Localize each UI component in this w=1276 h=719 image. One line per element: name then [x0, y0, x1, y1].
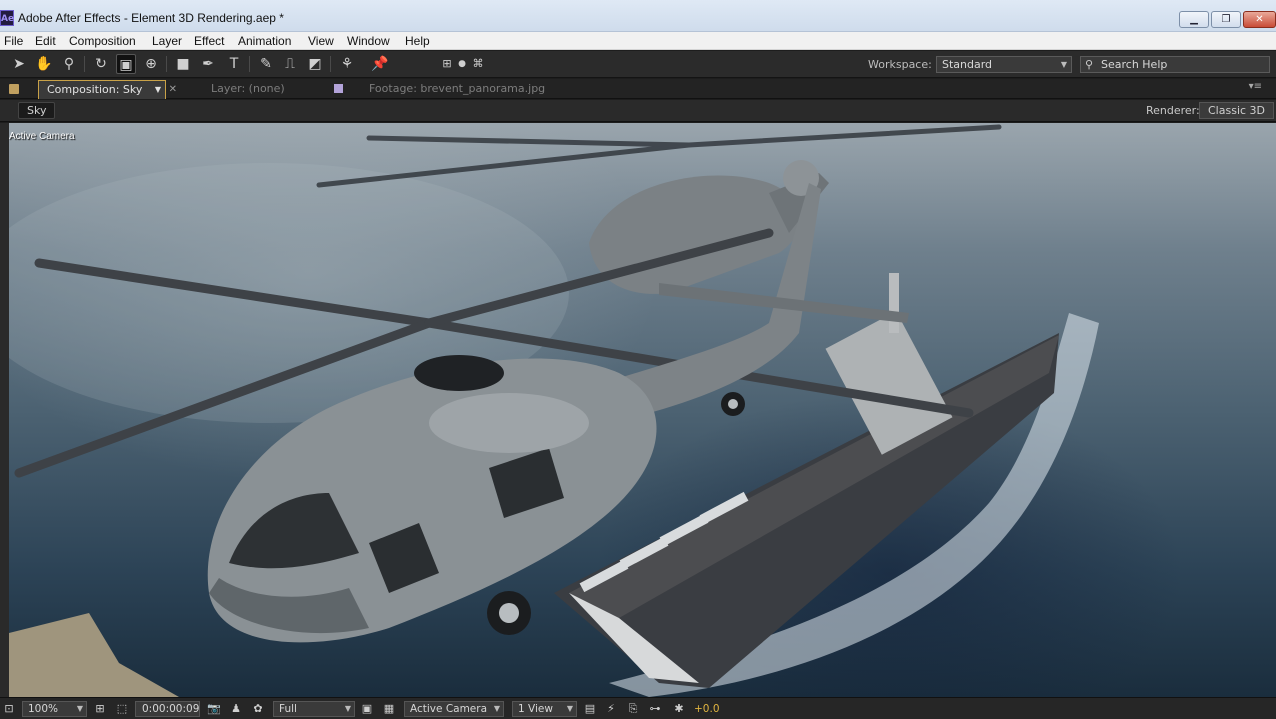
- camera-view-dropdown[interactable]: Active Camera ▼: [404, 701, 504, 717]
- menu-file[interactable]: File: [4, 33, 23, 49]
- search-icon: ⚲: [1085, 58, 1094, 71]
- menu-view[interactable]: View: [308, 33, 334, 49]
- chevron-down-icon[interactable]: ▼: [155, 81, 161, 99]
- type-tool-icon[interactable]: T: [224, 54, 244, 74]
- close-tab-icon[interactable]: ✕: [169, 81, 177, 99]
- eraser-tool-icon[interactable]: ◩: [305, 54, 325, 74]
- viewer-left-edge: [0, 123, 9, 697]
- chevron-down-icon: ▼: [493, 704, 500, 713]
- camera-view-value: Active Camera: [410, 703, 488, 715]
- current-time-field[interactable]: 0:00:00:09: [135, 701, 200, 717]
- always-preview-icon[interactable]: ⊡: [2, 702, 16, 716]
- chevron-down-icon: ▼: [1060, 60, 1067, 69]
- rotation-tool-icon[interactable]: ↻: [91, 54, 111, 74]
- menu-composition[interactable]: Composition: [69, 33, 136, 49]
- render-image: [9, 124, 1099, 697]
- chevron-down-icon: ▼: [76, 704, 83, 713]
- workspace-dropdown[interactable]: Standard ▼: [936, 56, 1072, 73]
- active-camera-overlay: Active Camera: [9, 131, 75, 142]
- after-effects-app-icon: Ae: [0, 10, 14, 26]
- renderer-label: Renderer:: [1146, 104, 1200, 117]
- tool-separator: [84, 56, 85, 72]
- hand-tool-icon[interactable]: ✋: [34, 54, 54, 74]
- window-title: Adobe After Effects - Element 3D Renderi…: [18, 11, 284, 25]
- panel-menu-icon[interactable]: ▾≡: [1249, 81, 1262, 92]
- view-layout-dropdown[interactable]: 1 View ▼: [512, 701, 577, 717]
- roto-brush-tool-icon[interactable]: ⚘: [337, 54, 357, 74]
- menu-window[interactable]: Window: [347, 33, 390, 49]
- zoom-value: 100%: [28, 703, 59, 715]
- search-placeholder: Search Help: [1101, 58, 1168, 71]
- timeline-icon[interactable]: ⎘: [626, 702, 640, 716]
- minimize-icon: ▁: [1190, 14, 1198, 25]
- exposure-value[interactable]: +0.0: [694, 703, 720, 715]
- title-bar: Ae Adobe After Effects - Element 3D Rend…: [0, 0, 1276, 32]
- tool-separator: [166, 56, 167, 72]
- resolution-value: Full: [279, 703, 297, 715]
- brush-tool-icon[interactable]: ✎: [256, 54, 276, 74]
- menu-effect[interactable]: Effect: [194, 33, 224, 49]
- selection-tool-icon[interactable]: ➤: [9, 54, 29, 74]
- close-icon: ✕: [1255, 14, 1264, 25]
- search-help-input[interactable]: ⚲ Search Help: [1080, 56, 1270, 73]
- fast-previews-icon[interactable]: ⚡: [604, 702, 618, 716]
- snapshot-camera-icon[interactable]: 📷: [207, 702, 221, 716]
- tool-separator: [249, 56, 250, 72]
- menu-edit[interactable]: Edit: [35, 33, 56, 49]
- color-channels-icon[interactable]: ✿: [251, 702, 265, 716]
- menu-bar: File Edit Composition Layer Effect Anima…: [0, 32, 1276, 50]
- tab-composition[interactable]: Composition: Sky ▼ ✕: [38, 80, 177, 99]
- renderer-button[interactable]: Classic 3D: [1199, 102, 1275, 119]
- workspace-value: Standard: [942, 58, 993, 71]
- view-layout-value: 1 View: [518, 703, 553, 715]
- tab-composition-label: Composition: Sky: [47, 83, 143, 96]
- workspace-label: Workspace:: [868, 58, 932, 71]
- close-button[interactable]: ✕: [1243, 11, 1276, 28]
- toggle-pixel-aspect-icon[interactable]: ▤: [583, 702, 597, 716]
- viewer-controls: ⊡ 100% ▼ ⊞ ⬚ 0:00:00:09 📷 ♟ ✿ Full ▼ ▣ ▦…: [0, 697, 1276, 719]
- rectangle-tool-icon[interactable]: ■: [173, 54, 193, 74]
- minimize-button[interactable]: ▁: [1179, 11, 1209, 28]
- composition-viewer[interactable]: Active Camera: [9, 123, 1276, 697]
- safe-margins-icon[interactable]: ⊞: [93, 702, 107, 716]
- flowchart-icon[interactable]: ⊶: [648, 702, 662, 716]
- maximize-button[interactable]: ❐: [1211, 11, 1241, 28]
- reset-exposure-icon[interactable]: ✱: [672, 702, 686, 716]
- viewer-tab-bar: Composition: Sky ▼ ✕ Layer: (none) Foota…: [0, 79, 1276, 99]
- tab-footage[interactable]: Footage: brevent_panorama.jpg: [361, 80, 576, 99]
- transparency-grid-icon[interactable]: ▦: [382, 702, 396, 716]
- breadcrumb-sky[interactable]: Sky: [18, 102, 56, 119]
- menu-animation[interactable]: Animation: [238, 33, 291, 49]
- menu-layer[interactable]: Layer: [152, 33, 182, 49]
- chevron-down-icon: ▼: [566, 704, 573, 713]
- tools-panel: ➤ ✋ ⚲ ↻ ▣ ⊕ ■ ✒ T ✎ ⎍ ◩ ⚘ 📌 ⊞ ● ⌘ Worksp…: [0, 51, 1276, 78]
- composition-nav-bar: Sky Renderer: Classic 3D: [0, 100, 1276, 122]
- tab-layer[interactable]: Layer: (none): [203, 80, 323, 99]
- footage-color-swatch: [334, 84, 343, 93]
- pan-behind-tool-icon[interactable]: ⊕: [141, 54, 161, 74]
- chevron-down-icon: ▼: [344, 704, 351, 713]
- clone-stamp-tool-icon[interactable]: ⎍: [280, 54, 300, 74]
- resolution-dropdown[interactable]: Full ▼: [273, 701, 355, 717]
- timecode-value: 0:00:00:09: [142, 703, 200, 715]
- zoom-tool-icon[interactable]: ⚲: [59, 54, 79, 74]
- mask-visibility-icon[interactable]: ⬚: [115, 702, 129, 716]
- region-of-interest-icon[interactable]: ▣: [360, 702, 374, 716]
- magnification-dropdown[interactable]: 100% ▼: [22, 701, 87, 717]
- pen-tool-icon[interactable]: ✒: [198, 54, 218, 74]
- panel-grip-icon[interactable]: [9, 84, 19, 94]
- menu-help[interactable]: Help: [405, 33, 430, 49]
- camera-tool-icon[interactable]: ▣: [116, 54, 136, 74]
- tab-layer-label: Layer: (none): [211, 82, 285, 95]
- tab-footage-label: Footage: brevent_panorama.jpg: [369, 82, 546, 95]
- puppet-pin-tool-icon[interactable]: 📌: [370, 54, 390, 74]
- view-axis-icon[interactable]: ⌘: [468, 54, 488, 74]
- tool-separator: [330, 56, 331, 72]
- show-snapshot-icon[interactable]: ♟: [229, 702, 243, 716]
- restore-icon: ❐: [1221, 14, 1231, 25]
